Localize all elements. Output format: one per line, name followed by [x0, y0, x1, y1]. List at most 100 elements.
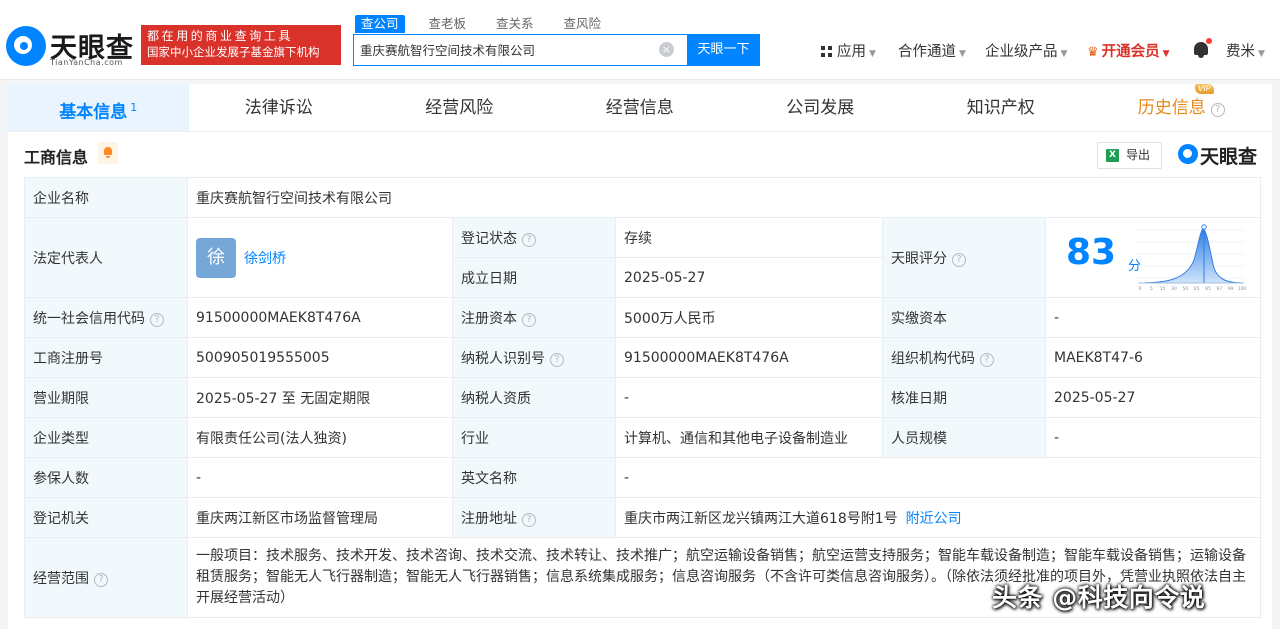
notification-bell-icon[interactable] — [1192, 38, 1212, 59]
grid-icon — [821, 46, 832, 57]
tab-legal[interactable]: 法律诉讼 — [189, 84, 370, 131]
slogan-banner: 都在用的商业查询工具 国家中小企业发展子基金旗下机构 — [141, 25, 341, 65]
toutiao-watermark: 头条 @科技向令说 — [992, 583, 1206, 612]
help-icon[interactable]: ? — [150, 312, 164, 327]
en-name-value: - — [614, 457, 1262, 498]
help-icon[interactable]: ? — [94, 572, 108, 587]
section-title: 工商信息 — [24, 148, 89, 167]
search-tab-company[interactable]: 查公司 — [355, 15, 405, 33]
logo-domain: TianYanCha.com — [50, 58, 123, 67]
credit-code-value: 91500000MAEK8T476A — [187, 297, 453, 338]
search-tab-risk[interactable]: 查风险 — [558, 15, 608, 33]
taxpayer-qual-label: 纳税人资质 — [452, 377, 616, 418]
founded-label: 成立日期 — [452, 257, 616, 298]
tab-risk[interactable]: 经营风险 — [369, 84, 550, 131]
tianyancha-logo[interactable]: 天眼查 TianYanCha.com — [6, 26, 136, 70]
org-code-label-text: 组织机构代码 — [891, 350, 975, 367]
search-box: × 天眼一下 — [353, 33, 760, 66]
staff-value: - — [1044, 417, 1262, 458]
score-axis-tick: 50 — [1182, 286, 1188, 292]
help-icon[interactable]: ? — [522, 512, 536, 527]
score-distribution-chart: 0 5 15 30 50 65 85 97 99 100 — [1137, 224, 1246, 292]
address-value: 重庆市两江新区龙兴镇两江大道618号附1号 — [624, 510, 898, 527]
industry-value: 计算机、通信和其他电子设备制造业 — [615, 417, 883, 458]
tab-operation[interactable]: 经营信息 — [550, 84, 731, 131]
clear-icon[interactable]: × — [659, 42, 674, 57]
nearby-companies-link[interactable]: 附近公司 — [906, 511, 962, 527]
nav-channel-label: 合作通道 — [898, 44, 956, 60]
business-info-panel: 工商信息 X 导出 天眼查 企业名称 重庆赛航智行空间技术有限公司 法定代表人 徐… — [8, 132, 1272, 629]
help-icon[interactable]: ? — [522, 232, 536, 247]
monitor-bell-icon[interactable] — [98, 142, 118, 164]
score-axis-tick: 15 — [1160, 286, 1166, 292]
nav-vip-label: 开通会员 — [1101, 44, 1160, 60]
help-icon[interactable]: ? — [952, 252, 966, 267]
crown-icon: ♛ — [1087, 45, 1099, 60]
reg-no-value: 500905019555005 — [187, 337, 453, 378]
score-axis-tick: 99 — [1228, 286, 1234, 292]
nav-channel[interactable]: 合作通道 ▼ — [898, 40, 966, 60]
brand-text: 天眼查 — [1200, 146, 1258, 168]
table-row: 统一社会信用代码? 91500000MAEK8T476A 注册资本? 5000万… — [24, 297, 1262, 338]
search-tab-relation[interactable]: 查关系 — [490, 15, 540, 33]
score-marker-dot — [1201, 224, 1207, 230]
tab-ip[interactable]: 知识产权 — [911, 84, 1092, 131]
org-code-value: MAEK8T47-6 — [1044, 337, 1262, 378]
excel-icon: X — [1106, 149, 1119, 162]
detail-tabs: 基本信息 1 法律诉讼 经营风险 经营信息 公司发展 知识产权 历史信息? VIP — [8, 84, 1272, 132]
legal-rep-cell: 徐徐剑桥 — [187, 217, 453, 298]
score-axis-ticks: 0 5 15 30 50 65 85 97 99 100 — [1139, 286, 1246, 292]
nav-enterprise[interactable]: 企业级产品 ▼ — [985, 40, 1067, 60]
chevron-down-icon: ▼ — [869, 49, 876, 59]
chevron-down-icon: ▼ — [1060, 49, 1068, 59]
help-icon[interactable]: ? — [522, 312, 536, 327]
score-value: 83 — [1066, 232, 1117, 273]
avatar[interactable]: 徐 — [196, 237, 236, 278]
company-name-label: 企业名称 — [24, 177, 188, 218]
company-name-value: 重庆赛航智行空间技术有限公司 — [186, 177, 1262, 218]
vip-badge: VIP — [1195, 84, 1214, 94]
reg-status-label: 登记状态? — [452, 217, 616, 258]
tab-history[interactable]: 历史信息? VIP — [1091, 84, 1272, 131]
legal-rep-link[interactable]: 徐剑桥 — [244, 251, 286, 267]
score-axis-tick: 65 — [1194, 286, 1200, 292]
company-type-value: 有限责任公司(法人独资) — [187, 417, 453, 458]
score-axis-tick: 30 — [1171, 286, 1177, 292]
legal-rep-label: 法定代表人 — [24, 217, 188, 298]
insured-label: 参保人数 — [24, 457, 188, 498]
reg-status-label-text: 登记状态 — [461, 230, 517, 247]
score-axis-tick: 5 — [1150, 286, 1153, 292]
address-label-text: 注册地址 — [461, 510, 517, 527]
nav-apps[interactable]: 应用 ▼ — [821, 40, 876, 60]
help-icon[interactable]: ? — [980, 352, 994, 367]
nav-user-label: 费米 — [1226, 44, 1255, 60]
search-tab-boss[interactable]: 查老板 — [423, 15, 473, 33]
paid-capital-label: 实缴资本 — [882, 297, 1046, 338]
insured-value: - — [187, 457, 453, 498]
tab-development[interactable]: 公司发展 — [730, 84, 911, 131]
en-name-label: 英文名称 — [452, 457, 616, 498]
score-cell[interactable]: 83 分 0 5 15 30 50 65 85 97 99 100 — [1044, 217, 1262, 298]
table-row: 工商注册号 500905019555005 纳税人识别号? 91500000MA… — [24, 337, 1262, 378]
search-button[interactable]: 天眼一下 — [687, 33, 760, 66]
unread-dot — [1206, 38, 1212, 44]
nav-user[interactable]: 费米 ▼ — [1226, 40, 1265, 60]
help-icon[interactable]: ? — [550, 352, 564, 367]
nav-vip[interactable]: ♛ 开通会员 ▼ — [1087, 40, 1170, 60]
logo-eye-icon — [1178, 144, 1198, 164]
export-button[interactable]: X 导出 — [1097, 142, 1162, 169]
tab-basic-info[interactable]: 基本信息 1 — [8, 84, 189, 131]
scope-label-text: 经营范围 — [33, 570, 89, 587]
table-row: 法定代表人 徐徐剑桥 登记状态? 存续 天眼评分? 83 分 0 5 15 30 50 6… — [24, 217, 1262, 298]
score-label-text: 天眼评分 — [891, 250, 947, 267]
score-curve — [1137, 228, 1245, 284]
scope-label: 经营范围? — [24, 537, 188, 618]
nav-apps-label: 应用 — [837, 44, 866, 60]
table-row: 企业名称 重庆赛航智行空间技术有限公司 — [24, 177, 1262, 218]
reg-capital-label: 注册资本? — [452, 297, 616, 338]
help-icon[interactable]: ? — [1210, 103, 1225, 117]
search-input[interactable] — [360, 35, 660, 64]
slogan-line2: 国家中小企业发展子基金旗下机构 — [147, 45, 320, 59]
reg-status-value: 存续 — [615, 217, 883, 258]
chevron-down-icon: ▼ — [1258, 49, 1265, 59]
